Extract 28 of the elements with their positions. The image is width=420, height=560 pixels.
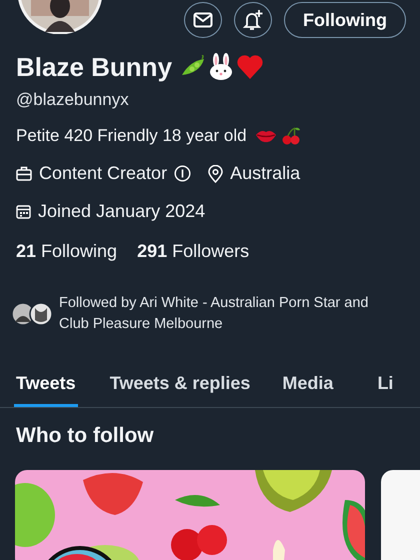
bell-plus-icon: [242, 9, 264, 31]
bio-text: Petite 420 Friendly 18 year old: [16, 126, 247, 146]
followed-by-text[interactable]: Followed by Ari White - Australian Porn Star and Club Pleasure Melbourne: [59, 293, 399, 335]
lips-icon: [254, 128, 277, 144]
following-link[interactable]: 21 Following: [16, 241, 118, 262]
profile-tab[interactable]: Tweets: [14, 365, 78, 407]
username: @blazebunnyx: [15, 89, 130, 110]
cherries-icon: [280, 126, 301, 146]
followers-link[interactable]: 291 Followers: [137, 241, 250, 262]
category-text: Content Creator: [39, 163, 168, 184]
briefcase-icon: [16, 166, 32, 181]
message-button[interactable]: [184, 2, 222, 38]
display-name: Blaze Bunny: [16, 52, 172, 82]
profile-tab[interactable]: Tweets & replies: [110, 365, 250, 407]
profile-tab[interactable]: Li: [377, 365, 394, 407]
envelope-icon: [193, 12, 214, 28]
rabbit-icon: [208, 53, 234, 81]
following-button[interactable]: Following: [284, 2, 406, 38]
notification-button[interactable]: [234, 2, 272, 38]
location-pin-icon: [208, 164, 224, 182]
section-title: Who to follow: [15, 423, 155, 448]
location-text: Australia: [230, 163, 300, 184]
info-icon[interactable]: [174, 165, 192, 182]
heart-icon: [236, 54, 264, 80]
avatar: [29, 302, 53, 326]
joined-date: Joined January 2024: [38, 201, 206, 222]
profile-tab[interactable]: Media: [282, 365, 334, 407]
calendar-icon: [16, 204, 31, 219]
